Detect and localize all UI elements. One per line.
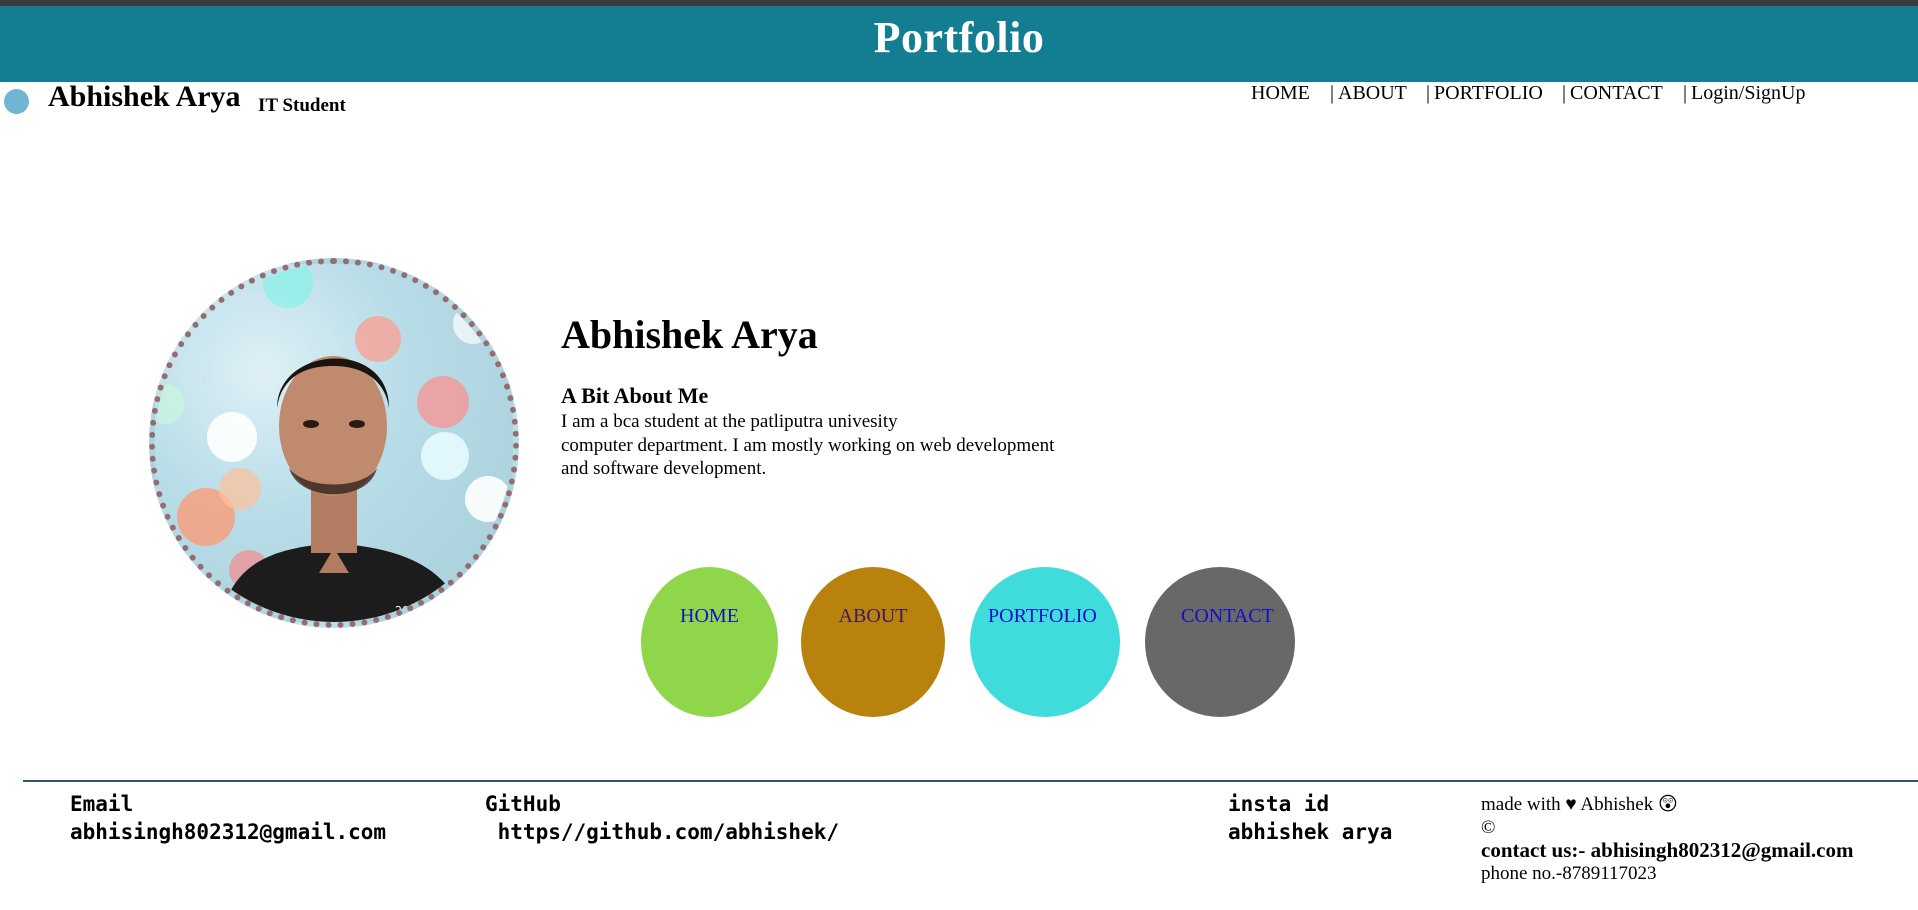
footer-insta-value[interactable]: abhishek arya: [1228, 818, 1392, 846]
footer-github: GitHub https//github.com/abhishek/: [485, 790, 839, 846]
photo-stamp: 2023: [395, 604, 423, 617]
circle-about-button[interactable]: ABOUT: [801, 567, 945, 717]
person-figure: [220, 356, 467, 622]
footer-github-value[interactable]: https//github.com/abhishek/: [485, 818, 839, 846]
nav-separator: |: [1683, 82, 1688, 104]
contact-email: contact us:- abhisingh802312@gmail.com: [1481, 838, 1854, 862]
footer-email-heading: Email: [70, 792, 134, 816]
nav-label: CONTACT: [1570, 82, 1663, 104]
page-title: Portfolio: [873, 13, 1045, 62]
brand-logo-dot: [4, 89, 29, 114]
nav-item-contact[interactable]: | CONTACT: [1562, 82, 1663, 105]
circle-button-label: HOME: [680, 605, 739, 627]
footer-insta-heading: insta id: [1228, 792, 1330, 816]
nav-label: PORTFOLIO: [1434, 82, 1543, 104]
header-banner: Portfolio: [0, 6, 1918, 82]
circle-button-label: PORTFOLIO: [988, 605, 1097, 627]
nav-separator: |: [1330, 82, 1335, 104]
nav-item-home[interactable]: HOME: [1251, 82, 1310, 105]
about-line: computer department. I am mostly working…: [561, 434, 1055, 456]
nav-separator: |: [1562, 82, 1567, 104]
footer-email: Email abhisingh802312@gmail.com: [70, 790, 386, 846]
nav-label: Login/SignUp: [1691, 82, 1806, 104]
circle-contact-button[interactable]: CONTACT: [1145, 567, 1295, 717]
footer-divider: [23, 780, 1918, 782]
about-line: I am a bca student at the patliputra uni…: [561, 411, 898, 432]
nav-label: ABOUT: [1338, 82, 1407, 104]
hero-name: Abhishek Arya: [561, 312, 818, 357]
about-title: A Bit About Me: [561, 383, 709, 408]
footer-github-heading: GitHub: [485, 792, 561, 816]
about-text: I am a bca student at the patliputra uni…: [561, 410, 1121, 481]
brand-name: Abhishek Arya: [48, 80, 241, 113]
copyright-symbol: ©: [1481, 817, 1496, 838]
circle-portfolio-button[interactable]: PORTFOLIO: [970, 567, 1120, 717]
nav-item-about[interactable]: | ABOUT: [1330, 82, 1407, 105]
surprised-emoji-icon: 😲: [1657, 793, 1678, 815]
nav-item-portfolio[interactable]: | PORTFOLIO: [1426, 82, 1543, 105]
footer-insta: insta id abhishek arya: [1228, 790, 1392, 846]
brand-subtitle: IT Student: [258, 95, 346, 116]
made-with-text: made with ♥ Abhishek: [1481, 794, 1654, 815]
footer-credits: made with ♥ Abhishek 😲 © contact us:- ab…: [1481, 793, 1853, 885]
nav-item-login-signup[interactable]: | Login/SignUp: [1683, 82, 1805, 105]
circle-button-label: ABOUT: [838, 605, 908, 627]
about-line: and software development.: [561, 458, 767, 479]
nav-separator: |: [1426, 82, 1431, 104]
footer-email-value[interactable]: abhisingh802312@gmail.com: [70, 818, 386, 846]
phone-number: phone no.-8789117023: [1481, 863, 1657, 884]
circle-home-button[interactable]: HOME: [641, 567, 778, 717]
profile-photo: 2023: [149, 258, 519, 628]
nav-label: HOME: [1251, 82, 1310, 104]
circle-button-label: CONTACT: [1181, 605, 1274, 627]
